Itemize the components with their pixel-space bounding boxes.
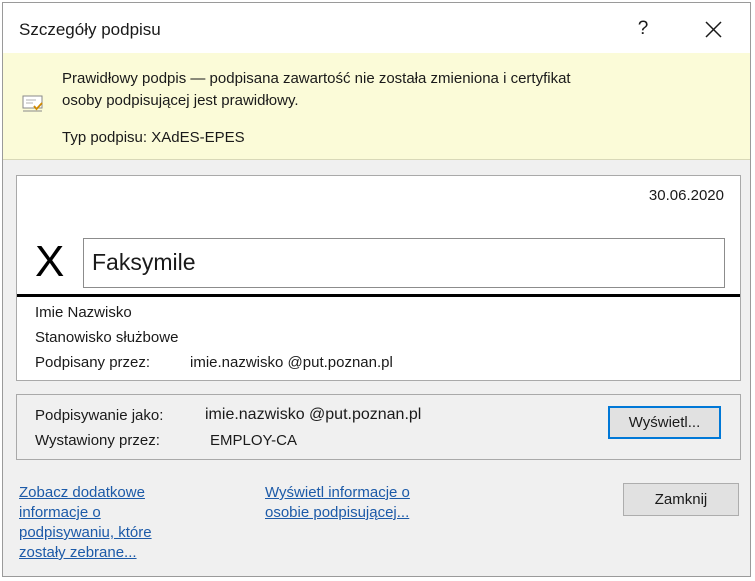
signing-as-row: Podpisywanie jako: imie.nazwisko @put.po… <box>35 406 421 424</box>
status-message-line: Prawidłowy podpis — podpisana zawartość … <box>62 70 571 87</box>
certificate-panel: Podpisywanie jako: imie.nazwisko @put.po… <box>16 394 741 460</box>
status-message-line: osoby podpisującej jest prawidłowy. <box>62 92 299 109</box>
signature-details-dialog: Szczegóły podpisu ? Prawidłowy podpis — … <box>2 2 751 577</box>
view-certificate-button[interactable]: Wyświetl... <box>608 406 721 439</box>
link-line: Zobacz dodatkowe <box>19 484 145 501</box>
dialog-title: Szczegóły podpisu <box>19 20 161 39</box>
link-line: zostały zebrane... <box>19 544 137 561</box>
signer-name: Imie Nazwisko <box>35 304 132 321</box>
issued-by-value: EMPLOY-CA <box>210 432 297 449</box>
signature-date: 30.06.2020 <box>648 187 724 204</box>
signature-line <box>17 294 740 297</box>
link-line: podpisywaniu, które <box>19 524 152 541</box>
facsimile-field: Faksymile <box>83 238 725 288</box>
link-line: Wyświetl informacje o <box>265 484 410 501</box>
signer-position: Stanowisko służbowe <box>35 329 179 346</box>
signed-by-row: Podpisany przez: imie.nazwisko @put.pozn… <box>35 354 393 371</box>
link-line: osobie podpisującej... <box>265 504 410 521</box>
close-icon <box>705 21 722 38</box>
title-bar: Szczegóły podpisu ? <box>3 3 750 53</box>
signing-as-label: Podpisywanie jako: <box>35 407 164 424</box>
signer-info-link[interactable]: Wyświetl informacje o osobie podpisujące… <box>265 483 410 523</box>
signature-preview: 30.06.2020 X Faksymile Imie Nazwisko Sta… <box>16 175 741 381</box>
issued-by-row: Wystawiony przez: EMPLOY-CA <box>35 432 297 449</box>
signed-by-label: Podpisany przez: <box>35 354 151 371</box>
signature-type: Typ podpisu: XAdES-EPES <box>62 129 245 146</box>
signature-status-icon <box>22 95 43 112</box>
help-button[interactable]: ? <box>623 11 663 47</box>
info-banner: Prawidłowy podpis — podpisana zawartość … <box>3 53 750 160</box>
close-dialog-button[interactable]: Zamknij <box>623 483 739 516</box>
issued-by-label: Wystawiony przez: <box>35 432 160 449</box>
additional-info-link[interactable]: Zobacz dodatkowe informacje o podpisywan… <box>19 483 152 563</box>
link-line: informacje o <box>19 504 101 521</box>
signing-as-value: imie.nazwisko @put.poznan.pl <box>205 406 422 423</box>
signature-status-message: Prawidłowy podpis — podpisana zawartość … <box>62 68 722 112</box>
signed-by-value: imie.nazwisko @put.poznan.pl <box>190 354 393 371</box>
signature-x-mark: X <box>35 237 65 286</box>
close-button[interactable] <box>693 11 733 47</box>
